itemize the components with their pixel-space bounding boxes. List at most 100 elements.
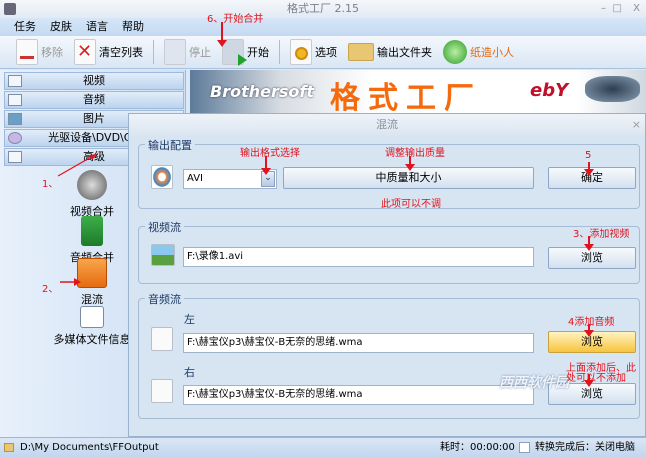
- annotation-quality: 调整输出质量: [385, 148, 445, 159]
- dialog-title-bar: 混流 ×: [129, 114, 645, 136]
- tool-media-info[interactable]: 多媒体文件信息: [42, 306, 142, 347]
- window-icon: [8, 151, 22, 163]
- mux-dialog: 混流 × 输出配置 AVI ⌄ 中质量和大小 确定 视频流 F:\录像1.avi 浏…: [128, 113, 646, 437]
- remove-label: 移除: [41, 46, 63, 59]
- toolbar: 移除 ✕ 清空列表 停止 开始 选项 输出文件夹 纸造小人: [0, 36, 646, 69]
- annotation-arrow: [584, 236, 594, 251]
- clear-icon: ✕: [74, 39, 96, 65]
- separator: [153, 40, 154, 64]
- separator: [279, 40, 280, 64]
- category-label: 视频: [83, 74, 105, 87]
- window-title: 格式工厂 2.15: [287, 2, 359, 15]
- group-label: 音频流: [145, 291, 184, 307]
- annotation-optional: 此项可以不调: [381, 199, 441, 210]
- close-button[interactable]: X: [633, 0, 640, 18]
- title-bar: 格式工厂 2.15 – □ X: [0, 0, 646, 18]
- menu-help[interactable]: 帮助: [122, 18, 144, 36]
- folder-icon: [4, 443, 14, 452]
- magnifier-icon: [443, 40, 467, 64]
- annotation-arrow: [405, 156, 415, 171]
- annotation-step2: 2、: [42, 284, 59, 295]
- right-audio-path-input[interactable]: F:\赫宝仪p3\赫宝仪-B无奈的思绪.wma: [183, 385, 534, 405]
- app-icon: [4, 3, 16, 15]
- menu-bar: 任务 皮肤 语言 帮助: [0, 18, 646, 36]
- remove-icon: [16, 39, 38, 65]
- annotation-step3: 3、添加视频: [573, 229, 630, 240]
- image-icon: [151, 244, 175, 266]
- dialog-title: 混流: [376, 118, 398, 131]
- film-icon: [8, 75, 22, 87]
- checklist-icon: [80, 306, 104, 328]
- tool-label: 混流: [81, 293, 103, 306]
- left-audio-path-input[interactable]: F:\赫宝仪p3\赫宝仪-B无奈的思绪.wma: [183, 333, 534, 353]
- left-path-value: F:\赫宝仪p3\赫宝仪-B无奈的思绪.wma: [187, 337, 363, 348]
- after-conversion-label: 转换完成后：关闭电脑: [535, 442, 635, 453]
- menu-skin[interactable]: 皮肤: [50, 18, 72, 36]
- category-label: 光驱设备\DVD\CD: [48, 131, 140, 144]
- group-label: 视频流: [145, 219, 184, 235]
- menu-task[interactable]: 任务: [14, 18, 36, 36]
- annotation-arrow: [584, 162, 594, 176]
- group-label: 输出配置: [145, 137, 195, 153]
- right-channel-label: 右: [184, 366, 195, 379]
- music-icon: [8, 94, 22, 106]
- clear-list-button[interactable]: ✕ 清空列表: [70, 38, 147, 66]
- audio-join-icon: [81, 216, 103, 246]
- annotation-right-note: 上面添加后、此 处可以不添加: [566, 364, 636, 384]
- paper-man-button[interactable]: 纸造小人: [439, 38, 518, 66]
- video-path-value: F:\录像1.avi: [187, 251, 244, 262]
- options-label: 选项: [315, 46, 337, 59]
- elapsed-time: 耗时：00:00:00: [440, 442, 515, 453]
- status-bar: D:\My Documents\FFOutput 耗时：00:00:00 转换完…: [0, 437, 646, 457]
- picture-icon: [8, 113, 22, 125]
- banner-title: 格式工厂: [330, 81, 482, 116]
- gear-icon: [290, 39, 312, 65]
- annotation-step4: 4添加音频: [568, 317, 615, 328]
- shutdown-checkbox[interactable]: [519, 442, 530, 453]
- stop-icon: [164, 39, 186, 65]
- left-channel-label: 左: [184, 313, 195, 326]
- annotation-step5: 5: [585, 150, 592, 161]
- options-button[interactable]: 选项: [286, 38, 341, 66]
- annotation-format: 输出格式选择: [240, 148, 300, 159]
- start-label: 开始: [247, 46, 269, 59]
- stop-label: 停止: [189, 46, 211, 59]
- category-label: 音频: [83, 93, 105, 106]
- right-path-value: F:\赫宝仪p3\赫宝仪-B无奈的思绪.wma: [187, 389, 363, 400]
- audio-file-icon: [151, 379, 173, 403]
- note-line: 处可以不添加: [566, 373, 626, 384]
- annotation-arrow: [57, 154, 97, 177]
- folder-icon: [348, 43, 374, 61]
- maximize-button[interactable]: □: [613, 0, 622, 18]
- clear-label: 清空列表: [99, 46, 143, 59]
- remove-button[interactable]: 移除: [12, 38, 67, 66]
- ad-banner: Brothersoft 格式工厂 ebY: [190, 70, 646, 116]
- audio-file-icon: [151, 327, 173, 351]
- annotation-arrow: [584, 374, 594, 387]
- video-path-input[interactable]: F:\录像1.avi: [183, 247, 534, 267]
- browse-label: 浏览: [581, 251, 603, 264]
- category-video[interactable]: 视频: [4, 72, 184, 90]
- disc-icon: [8, 132, 22, 144]
- output-folder-button[interactable]: 输出文件夹: [344, 38, 436, 66]
- dialog-close-button[interactable]: ×: [632, 114, 641, 136]
- world-map-icon: [585, 76, 640, 102]
- audio-stream-group: 音频流 左 F:\赫宝仪p3\赫宝仪-B无奈的思绪.wma 浏览 右 F:\赫宝…: [138, 291, 640, 419]
- annotation-arrow: [261, 156, 271, 175]
- watermark: 西西软件园: [499, 375, 569, 391]
- stop-button[interactable]: 停止: [160, 38, 215, 66]
- category-audio[interactable]: 音频: [4, 91, 184, 109]
- minimize-button[interactable]: –: [601, 0, 606, 18]
- brothersoft-logo: Brothersoft: [210, 82, 314, 101]
- menu-language[interactable]: 语言: [86, 18, 108, 36]
- ebay-logo: ebY: [530, 80, 569, 101]
- browse-label: 浏览: [581, 387, 603, 400]
- annotation-arrow: [584, 324, 594, 337]
- paper-man-label: 纸造小人: [470, 46, 514, 59]
- quality-label: 中质量和大小: [375, 171, 442, 184]
- annotation-step6: 6、开始合并: [207, 14, 264, 25]
- tool-label: 多媒体文件信息: [53, 333, 131, 346]
- format-value: AVI: [187, 173, 203, 184]
- video-stream-group: 视频流 F:\录像1.avi 浏览: [138, 219, 640, 284]
- category-label: 图片: [83, 112, 105, 125]
